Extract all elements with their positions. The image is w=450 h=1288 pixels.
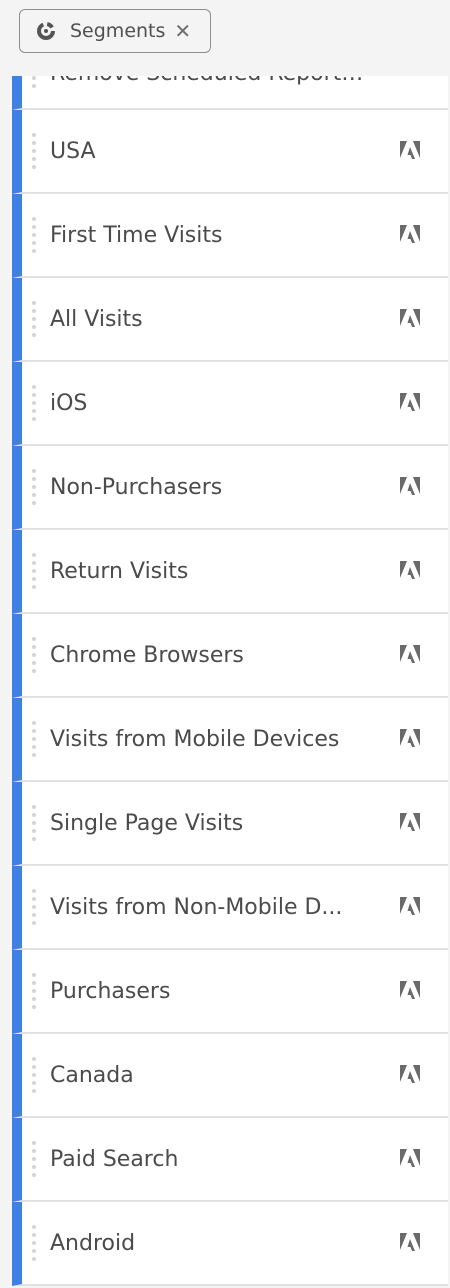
adobe-icon: [400, 141, 420, 159]
list-item[interactable]: First Time Visits: [12, 194, 448, 278]
segment-label: Single Page Visits: [50, 810, 244, 836]
segment-list: Remove Scheduled Report Sh... USA First T…: [12, 76, 448, 1288]
drag-handle-icon[interactable]: [32, 805, 36, 841]
drag-handle-icon[interactable]: [32, 385, 36, 421]
adobe-icon: [400, 1065, 420, 1083]
segment-label: Canada: [50, 1062, 134, 1088]
list-item[interactable]: iOS: [12, 362, 448, 446]
segment-label: Return Visits: [50, 558, 189, 584]
drag-handle-icon[interactable]: [32, 637, 36, 673]
drag-handle-icon[interactable]: [32, 301, 36, 337]
adobe-icon: [400, 981, 420, 999]
adobe-icon: [400, 1233, 420, 1251]
adobe-icon: [400, 309, 420, 327]
adobe-icon: [400, 477, 420, 495]
list-item[interactable]: Canada: [12, 1034, 448, 1118]
segment-icon: [37, 22, 55, 40]
list-item[interactable]: Visits from Mobile Devices: [12, 698, 448, 782]
segment-label: iOS: [50, 390, 88, 416]
adobe-icon: [400, 1149, 420, 1167]
segment-label: Visits from Mobile Devices: [50, 726, 340, 752]
drag-handle-icon[interactable]: [32, 1225, 36, 1261]
adobe-icon: [400, 813, 420, 831]
drag-handle-icon[interactable]: [32, 76, 36, 88]
segment-label: USA: [50, 138, 96, 164]
close-icon[interactable]: ✕: [174, 19, 191, 43]
segment-label: First Time Visits: [50, 222, 223, 248]
segment-label: Chrome Browsers: [50, 642, 244, 668]
drag-handle-icon[interactable]: [32, 721, 36, 757]
list-item[interactable]: Return Visits: [12, 530, 448, 614]
list-item[interactable]: Purchasers: [12, 950, 448, 1034]
segment-label: Paid Search: [50, 1146, 179, 1172]
drag-handle-icon[interactable]: [32, 889, 36, 925]
segments-filter-chip[interactable]: Segments ✕: [19, 9, 211, 53]
list-item[interactable]: Paid Search: [12, 1118, 448, 1202]
list-item[interactable]: USA: [12, 110, 448, 194]
drag-handle-icon[interactable]: [32, 469, 36, 505]
adobe-icon: [400, 393, 420, 411]
segment-label: Android: [50, 1230, 136, 1256]
segment-label: Purchasers: [50, 978, 171, 1004]
drag-handle-icon[interactable]: [32, 133, 36, 169]
adobe-icon: [400, 225, 420, 243]
drag-handle-icon[interactable]: [32, 553, 36, 589]
drag-handle-icon[interactable]: [32, 1057, 36, 1093]
list-item[interactable]: Visits from Non-Mobile D...: [12, 866, 448, 950]
segment-label: All Visits: [50, 306, 143, 332]
drag-handle-icon[interactable]: [32, 217, 36, 253]
list-item[interactable]: Non-Purchasers: [12, 446, 448, 530]
list-item[interactable]: Chrome Browsers: [12, 614, 448, 698]
chip-label: Segments: [70, 20, 166, 42]
list-item[interactable]: Single Page Visits: [12, 782, 448, 866]
drag-handle-icon[interactable]: [32, 973, 36, 1009]
segment-label: Remove Scheduled Report Sh...: [50, 76, 370, 86]
list-item[interactable]: All Visits: [12, 278, 448, 362]
adobe-icon: [400, 729, 420, 747]
adobe-icon: [400, 897, 420, 915]
segment-label: Visits from Non-Mobile D...: [50, 894, 343, 920]
adobe-icon: [400, 645, 420, 663]
list-item[interactable]: Android: [12, 1202, 448, 1286]
segment-label: Non-Purchasers: [50, 474, 223, 500]
drag-handle-icon[interactable]: [32, 1141, 36, 1177]
adobe-icon: [400, 561, 420, 579]
list-item[interactable]: Remove Scheduled Report Sh...: [12, 76, 448, 110]
